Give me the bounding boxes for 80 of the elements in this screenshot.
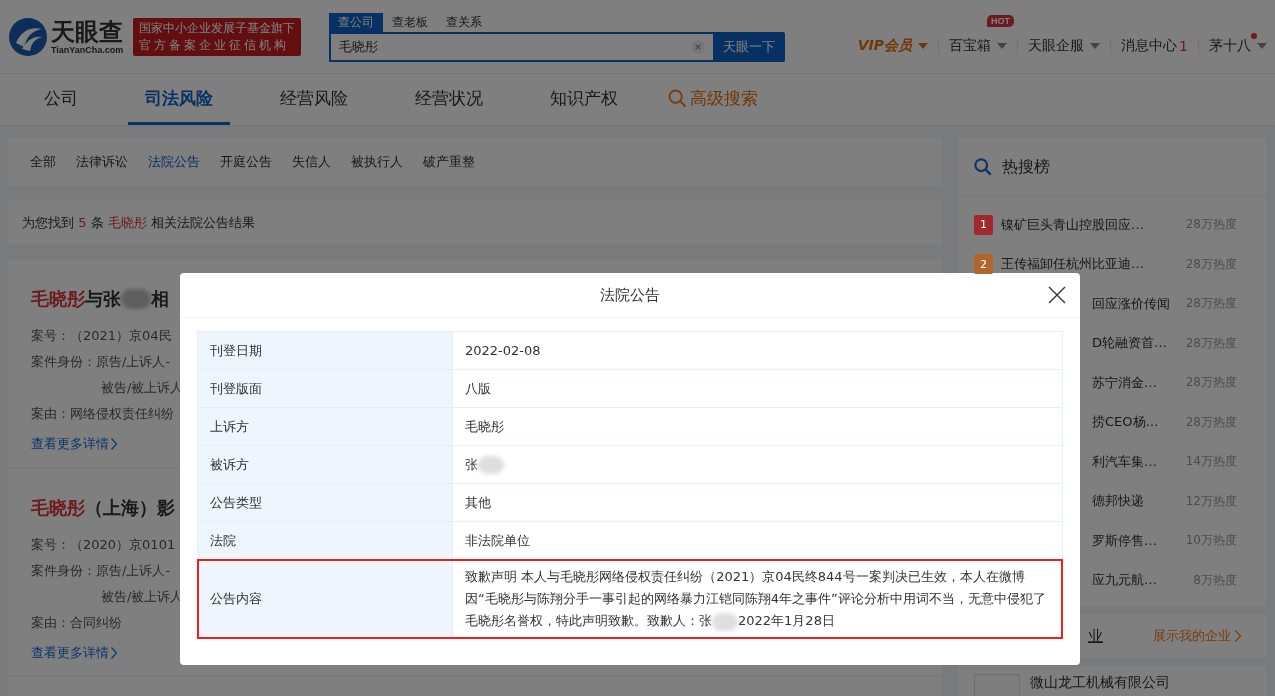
caret-icon[interactable] [918,42,929,49]
table-cell: 张 [453,447,1062,482]
subtab[interactable]: 开庭公告 [220,153,272,171]
table-cell: 致歉声明 本人与毛晓彤网络侵权责任纠纷（2021）京04民终844号一案判决已生效，本人在微博因“毛晓彤与陈翔分手一事引起的网络暴力江铠同陈翔4年之事件”评论分析中用词不当，无意中侵犯了毛晓彤名誉权，特此声明致歉。致歉人：张 2022年1月28日 [453,560,1062,638]
card-title: 热搜榜 [1002,156,1050,178]
close-icon[interactable] [1048,286,1066,304]
company-name[interactable]: 微山龙工机械有限公司 [1030,674,1170,692]
hot-topic[interactable]: 镍矿巨头青山控股回应… [1001,215,1186,234]
subtab[interactable]: 全部 [30,153,56,171]
table-cell: 公告内容 [198,560,453,638]
hot-badge: HOT [987,14,1015,27]
field-value: 原告/上诉人- [96,562,171,580]
table-cell-text: 2022-02-08 [464,341,542,360]
nav-tab[interactable]: 经营风险 [263,74,365,125]
field-value: 合同纠纷 [70,614,122,632]
table-cell: 公告类型 [198,484,453,521]
field-value: 原告/上诉人- [96,353,171,371]
nav-tab[interactable]: 知识产权 [533,74,635,125]
field-label: 案件身份： [31,562,96,580]
table-cell-text: 非法院单位 [464,531,531,550]
field-label: 案由： [31,614,70,632]
menu-item[interactable]: 百宝箱 [949,36,992,55]
result-summary: 为您找到 5 条 毛晓彤 相关法院公告结果 [22,213,255,232]
subtab[interactable]: 被执行人 [351,153,403,171]
logo-icon[interactable] [8,16,48,57]
chevron-icon[interactable] [1235,630,1241,642]
dialog-title: 法院公告 [600,285,660,305]
table-cell-text: 毛晓彤 [464,417,505,436]
search-tab[interactable]: 查关系 [437,13,492,32]
message-count: 1 [1179,37,1188,54]
search-field[interactable]: 毛晓彤 [329,32,714,62]
details-link[interactable]: 查看更多详情 [31,435,109,453]
rank-badge: 2 [974,254,993,275]
search-tab[interactable]: 查老板 [383,13,438,32]
table-cell: 法院 [198,522,453,559]
chevron-icon[interactable] [111,647,117,659]
search-tab[interactable]: 查公司 [329,13,384,32]
search-icon [974,158,992,176]
search-icon [668,88,687,108]
banner: 国家中小企业发展子基金旗下 官方备案企业征信机构 [133,17,302,56]
field-value: 网络侵权责任纠纷 [70,405,174,423]
logo-name[interactable]: 天眼查 [51,18,124,45]
case-title[interactable]: 相 [151,287,169,311]
subtab[interactable]: 破产重整 [423,153,475,171]
field-label: 案号： [31,327,70,345]
field-value: （2020）京0101 [70,536,176,554]
subtab[interactable]: 法院公告 [148,153,200,171]
nav-tab[interactable]: 高级搜索 [668,74,775,125]
caret-icon[interactable] [997,42,1008,49]
table-cell: 刊登日期 [198,332,453,369]
hot-topic[interactable]: 王传福卸任杭州比亚迪… [1001,255,1186,274]
table-cell: 被诉方 [198,446,453,483]
menu-item[interactable]: VIP会员 [857,36,913,55]
clear-icon[interactable] [691,40,706,54]
field-value: （2021）京04民 [70,327,172,345]
table-cell-text: 八版 [464,379,492,398]
nav-tab[interactable]: 司法风险 [128,74,230,125]
search-button[interactable]: 天眼一下 [713,32,786,62]
field-label: 案件身份： [31,353,96,371]
field-label: 案由： [31,405,70,423]
caret-icon[interactable] [1257,42,1267,49]
subtab[interactable]: 法律诉讼 [76,153,128,171]
menu-item[interactable]: 茅十八 [1209,36,1251,55]
subtab[interactable]: 失信人 [292,153,331,171]
caret-icon[interactable] [1090,42,1101,49]
case-title[interactable]: 毛晓彤（上海）影 [31,496,175,520]
rank-badge: 1 [974,214,993,235]
card-title: 业 [1088,626,1103,646]
details-link[interactable]: 查看更多详情 [31,644,109,662]
menu-item[interactable]: 消息中心 [1121,36,1178,55]
table-cell-text: 其他 [464,493,492,512]
nav-tab[interactable]: 公司 [27,74,95,125]
logo-domain: TianYanCha.com [51,44,124,55]
field-label: 案号： [31,536,70,554]
case-title[interactable]: 毛晓彤与张 [31,287,121,311]
table-cell: 刊登版面 [198,370,453,407]
table-cell: 上诉方 [198,408,453,445]
menu-item[interactable]: 天眼企服 [1028,36,1085,55]
nav-tab[interactable]: 经营状况 [398,74,500,125]
chevron-icon[interactable] [111,438,117,450]
